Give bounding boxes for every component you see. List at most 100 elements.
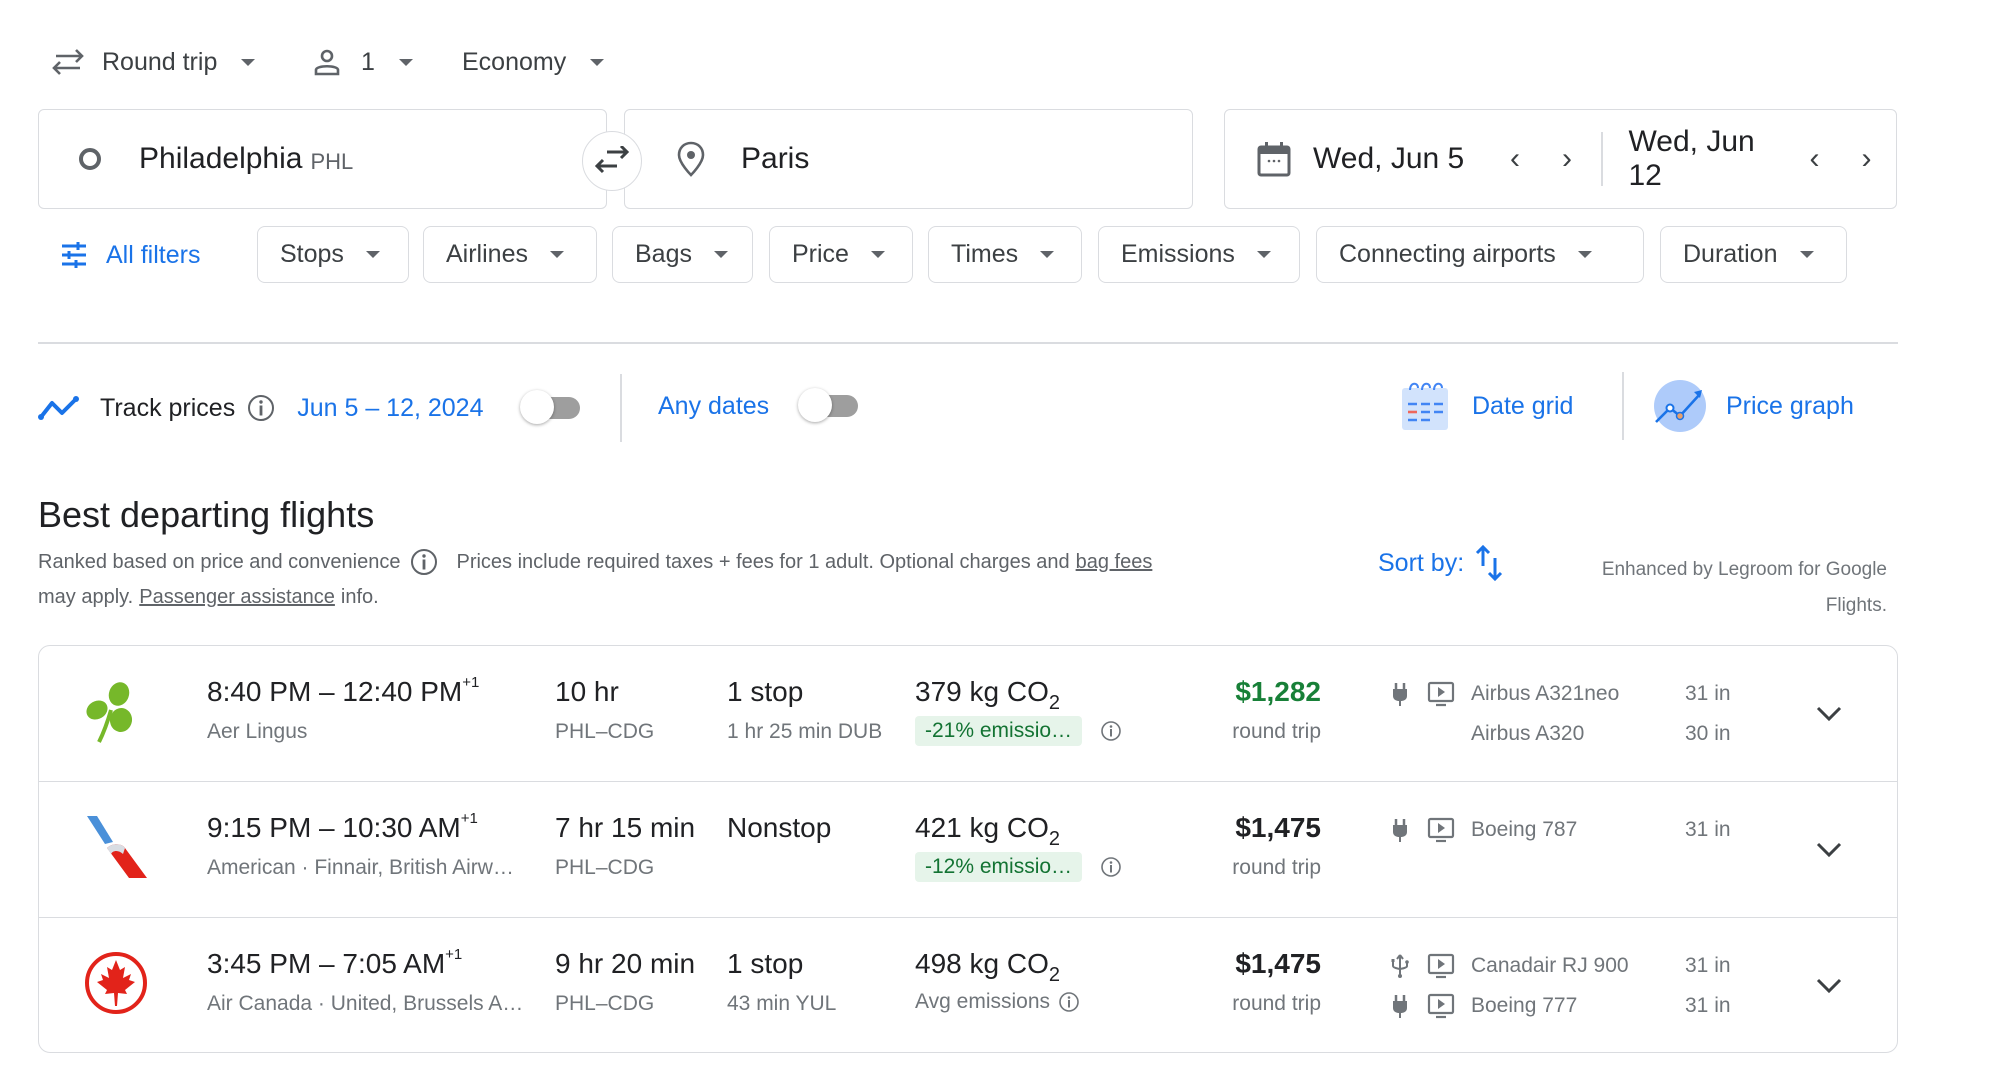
any-dates-toggle[interactable] bbox=[798, 388, 860, 422]
caret-down-icon bbox=[1799, 251, 1814, 258]
depart-next-day-button[interactable]: › bbox=[1547, 142, 1587, 176]
filter-chip-connecting-airports[interactable]: Connecting airports bbox=[1316, 226, 1644, 283]
emissions-badge: -12% emissio… bbox=[915, 852, 1083, 882]
aircraft-row: Boeing 777 31 in bbox=[1387, 986, 1731, 1026]
track-prices-toggle[interactable] bbox=[520, 390, 582, 424]
price-graph-button[interactable]: Price graph bbox=[1652, 376, 1854, 436]
filter-chip-bags[interactable]: Bags bbox=[612, 226, 753, 283]
swap-origin-destination-button[interactable] bbox=[582, 131, 642, 191]
sort-by-button[interactable]: Sort by: bbox=[1378, 544, 1504, 582]
depart-prev-day-button[interactable]: ‹ bbox=[1495, 142, 1535, 176]
airline-names: Aer Lingus bbox=[207, 720, 308, 743]
filter-chip-stops[interactable]: Stops bbox=[257, 226, 409, 283]
caret-down-icon bbox=[870, 251, 885, 258]
origin-city: Philadelphia bbox=[139, 142, 303, 175]
track-date-range: Jun 5 – 12, 2024 bbox=[297, 393, 484, 422]
passengers-dropdown[interactable]: 1 bbox=[313, 42, 413, 82]
airline-logo-aer-lingus-icon bbox=[83, 680, 149, 746]
chip-label: Bags bbox=[635, 240, 692, 268]
chip-label: Stops bbox=[280, 240, 344, 268]
filter-chip-times[interactable]: Times bbox=[928, 226, 1082, 283]
origin-input[interactable]: Philadelphia PHL bbox=[38, 109, 607, 209]
results-heading: Best departing flights bbox=[38, 494, 375, 535]
flight-row[interactable]: 8:40 PM – 12:40 PM+1 Aer Lingus 10 hr PH… bbox=[39, 646, 1897, 782]
origin-code: PHL bbox=[310, 149, 354, 174]
flight-stops: Nonstop bbox=[727, 812, 832, 843]
emissions-info-icon[interactable] bbox=[1100, 856, 1122, 878]
info-icon[interactable] bbox=[247, 394, 275, 422]
flight-row[interactable]: 3:45 PM – 7:05 AM+1 Air Canada · United,… bbox=[39, 918, 1897, 1052]
track-prices-label: Track prices bbox=[100, 393, 236, 422]
passengers-count: 1 bbox=[361, 47, 375, 76]
date-grid-button[interactable]: Date grid bbox=[1400, 378, 1573, 434]
trending-line-icon bbox=[38, 395, 80, 421]
info-text: info. bbox=[340, 586, 379, 608]
return-next-day-button[interactable]: › bbox=[1847, 142, 1887, 176]
flight-results-list: 8:40 PM – 12:40 PM+1 Aer Lingus 10 hr PH… bbox=[38, 645, 1898, 1053]
caret-down-icon bbox=[590, 58, 605, 66]
usb-icon bbox=[1387, 953, 1413, 979]
times-text: 9:15 PM – 10:30 AM bbox=[207, 812, 461, 843]
flight-row[interactable]: 9:15 PM – 10:30 AM+1 American · Finnair,… bbox=[39, 782, 1897, 918]
emissions-info-icon[interactable] bbox=[1058, 991, 1080, 1013]
flight-route: PHL–CDG bbox=[555, 720, 655, 743]
passenger-assistance-link[interactable]: Passenger assistance bbox=[139, 586, 335, 609]
layover-info: 1 hr 25 min DUB bbox=[727, 720, 883, 743]
flight-times: 8:40 PM – 12:40 PM+1 bbox=[207, 674, 479, 708]
video-screen-icon bbox=[1427, 817, 1455, 843]
price-type: round trip bbox=[1232, 992, 1321, 1015]
person-icon bbox=[313, 48, 341, 76]
filter-chip-duration[interactable]: Duration bbox=[1660, 226, 1847, 283]
power-plug-icon bbox=[1387, 681, 1413, 707]
aircraft-model: Boeing 777 bbox=[1471, 994, 1578, 1017]
date-picker[interactable]: Wed, Jun 5 ‹ › Wed, Jun 12 ‹ › bbox=[1224, 109, 1897, 209]
swap-icon bbox=[594, 146, 630, 174]
airline-names: American · Finnair, British Airw… bbox=[207, 856, 514, 879]
filter-chip-airlines[interactable]: Airlines bbox=[423, 226, 597, 283]
ranked-text: Ranked based on price and convenience bbox=[38, 550, 401, 573]
cabin-class-dropdown[interactable]: Economy bbox=[462, 42, 605, 82]
date-divider bbox=[1601, 132, 1603, 186]
filter-chip-price[interactable]: Price bbox=[769, 226, 913, 283]
all-filters-label: All filters bbox=[106, 240, 201, 269]
flight-stops: 1 stop bbox=[727, 948, 804, 979]
price-type: round trip bbox=[1232, 720, 1321, 743]
date-grid-label: Date grid bbox=[1472, 391, 1574, 420]
return-prev-day-button[interactable]: ‹ bbox=[1795, 142, 1835, 176]
flight-times: 9:15 PM – 10:30 AM+1 bbox=[207, 810, 514, 844]
co2-emissions: 379 kg CO2 bbox=[915, 676, 1122, 714]
expand-flight-button[interactable] bbox=[1809, 694, 1849, 734]
trip-type-label: Round trip bbox=[102, 47, 218, 76]
results-subtitle-line1: Ranked based on price and convenience Pr… bbox=[38, 548, 1152, 576]
emissions-info-icon[interactable] bbox=[1100, 720, 1122, 742]
expand-flight-button[interactable] bbox=[1809, 966, 1849, 1006]
video-screen-icon bbox=[1427, 953, 1455, 979]
caret-down-icon bbox=[549, 251, 564, 258]
trip-type-dropdown[interactable]: Round trip bbox=[52, 42, 256, 82]
aircraft-row: Airbus A320 30 in bbox=[1387, 714, 1731, 754]
co2-emissions: 498 kg CO2 bbox=[915, 948, 1080, 986]
co2-value: 421 kg CO bbox=[915, 812, 1049, 843]
chip-label: Connecting airports bbox=[1339, 240, 1556, 268]
chip-label: Price bbox=[792, 240, 849, 268]
ranking-info-icon[interactable] bbox=[410, 548, 438, 576]
all-filters-button[interactable]: All filters bbox=[60, 236, 200, 274]
section-divider bbox=[38, 342, 1898, 344]
legroom: 31 in bbox=[1685, 994, 1731, 1017]
destination-input[interactable]: Paris bbox=[624, 109, 1193, 209]
legroom: 31 in bbox=[1685, 818, 1731, 841]
return-date[interactable]: Wed, Jun 12 bbox=[1629, 125, 1795, 193]
flight-times: 3:45 PM – 7:05 AM+1 bbox=[207, 946, 523, 980]
calendar-icon bbox=[1257, 141, 1291, 177]
filter-chip-emissions[interactable]: Emissions bbox=[1098, 226, 1300, 283]
expand-flight-button[interactable] bbox=[1809, 830, 1849, 870]
chevron-down-icon bbox=[1816, 706, 1842, 722]
any-dates-label[interactable]: Any dates bbox=[658, 392, 769, 421]
depart-date[interactable]: Wed, Jun 5 bbox=[1313, 142, 1485, 176]
aircraft-row: Boeing 787 31 in bbox=[1387, 810, 1731, 850]
origin-circle-icon bbox=[77, 146, 103, 172]
flight-route: PHL–CDG bbox=[555, 856, 655, 879]
sort-arrows-icon bbox=[1474, 544, 1504, 582]
co2-subscript: 2 bbox=[1048, 692, 1060, 714]
bag-fees-link[interactable]: bag fees bbox=[1076, 551, 1153, 574]
